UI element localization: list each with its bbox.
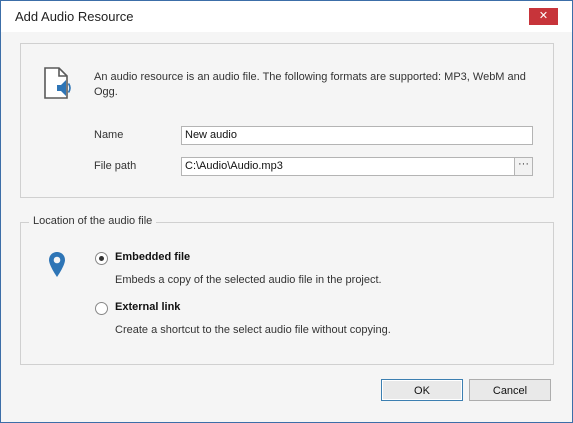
location-group-title: Location of the audio file [29, 215, 157, 227]
title-bar: Add Audio Resource ✕ [1, 1, 572, 32]
file-path-input[interactable]: C:\Audio\Audio.mp3 [181, 157, 516, 176]
resource-description: An audio resource is an audio file. The … [94, 71, 526, 98]
embedded-file-radio[interactable] [95, 252, 108, 265]
dialog-title: Add Audio Resource [15, 9, 134, 24]
audio-file-icon [44, 67, 71, 99]
cancel-button[interactable]: Cancel [469, 379, 551, 401]
external-link-radio[interactable] [95, 302, 108, 315]
name-input[interactable]: New audio [181, 126, 533, 145]
embedded-file-description: Embeds a copy of the selected audio file… [115, 274, 382, 286]
name-label: Name [94, 129, 124, 141]
browse-button[interactable]: ··· [514, 157, 533, 176]
embedded-file-label[interactable]: Embedded file [115, 251, 190, 263]
close-button[interactable]: ✕ [529, 8, 558, 25]
close-icon: ✕ [538, 10, 549, 22]
file-path-label: File path [94, 160, 137, 172]
dialog-window: Add Audio Resource ✕ An audio resource i… [0, 0, 573, 423]
location-pin-icon [49, 252, 65, 277]
ellipsis-icon: ··· [518, 158, 529, 170]
ok-button[interactable]: OK [381, 379, 463, 401]
external-link-description: Create a shortcut to the select audio fi… [115, 324, 391, 336]
location-group [20, 222, 554, 365]
external-link-label[interactable]: External link [115, 301, 180, 313]
